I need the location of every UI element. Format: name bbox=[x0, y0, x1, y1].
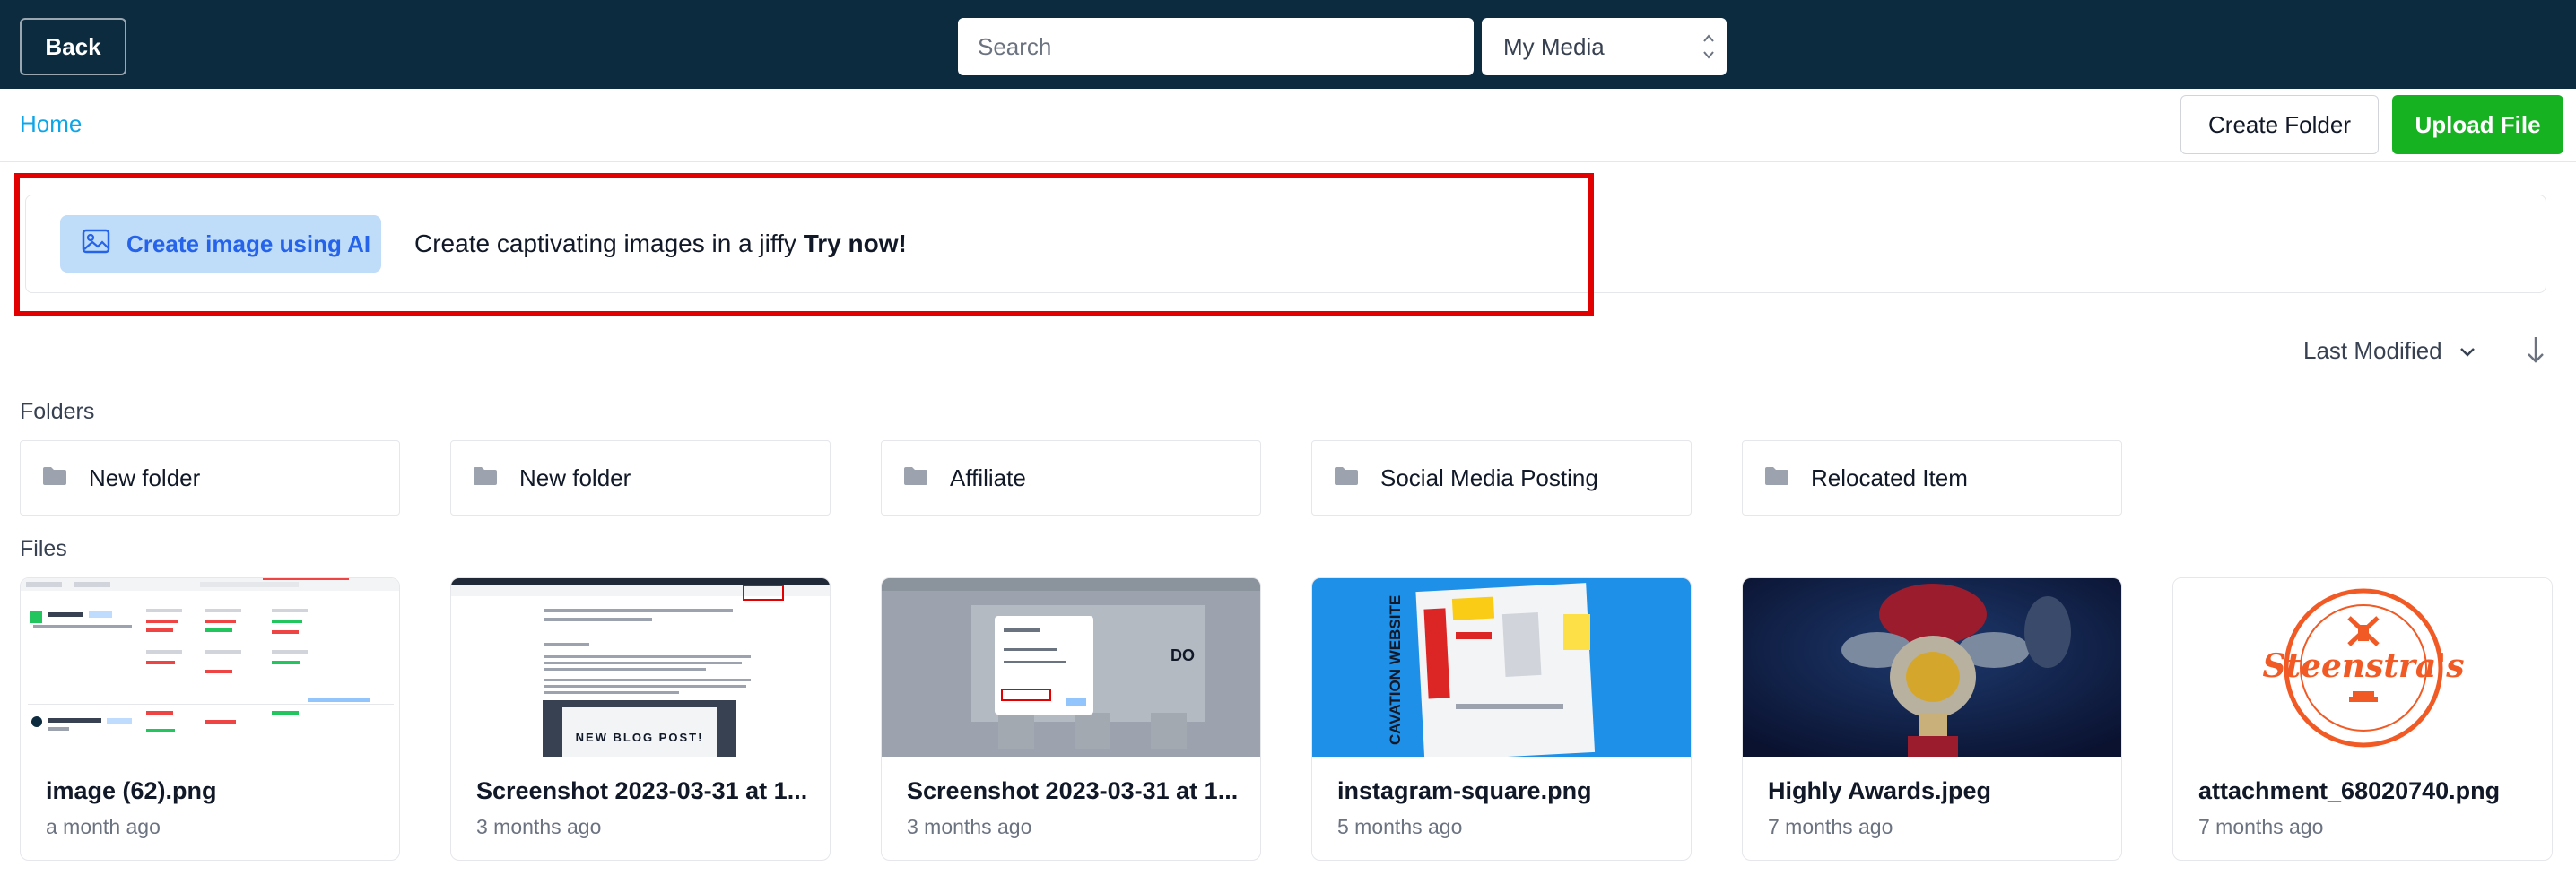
file-name: attachment_68020740.png bbox=[2198, 777, 2501, 804]
file-card[interactable]: Steenstra's attachment_68020740.png 7 mo… bbox=[2172, 577, 2553, 861]
folder-icon bbox=[903, 464, 928, 492]
folder-name: Relocated Item bbox=[1811, 464, 1968, 491]
file-thumbnail bbox=[1743, 578, 2121, 757]
file-date: 5 months ago bbox=[1337, 815, 1463, 838]
folder-item[interactable]: Relocated Item bbox=[1742, 440, 2122, 516]
media-select-value: My Media bbox=[1503, 32, 1605, 60]
folder-name: New folder bbox=[519, 464, 631, 491]
folder-icon bbox=[42, 464, 67, 492]
folder-name: Social Media Posting bbox=[1380, 464, 1598, 491]
folders-heading: Folders bbox=[20, 399, 95, 424]
file-date: a month ago bbox=[46, 815, 161, 838]
file-name: image (62).png bbox=[46, 777, 217, 804]
back-button[interactable]: Back bbox=[20, 18, 126, 75]
file-date: 7 months ago bbox=[1768, 815, 1893, 838]
select-arrows-icon bbox=[1701, 30, 1716, 63]
folder-item[interactable]: Affiliate bbox=[881, 440, 1261, 516]
upload-file-button[interactable]: Upload File bbox=[2392, 95, 2563, 154]
top-bar: Back My Media bbox=[0, 0, 2576, 89]
breadcrumb-bar: Home Create Folder Upload File bbox=[0, 89, 2576, 162]
file-date: 7 months ago bbox=[2198, 815, 2324, 838]
search-input[interactable] bbox=[958, 18, 1474, 75]
file-card[interactable]: Highly Awards.jpeg 7 months ago bbox=[1742, 577, 2122, 861]
file-card[interactable]: image (62).png a month ago bbox=[20, 577, 400, 861]
folder-name: Affiliate bbox=[950, 464, 1026, 491]
file-thumbnail: CAVATION WEBSITE bbox=[1312, 578, 1691, 757]
file-card[interactable]: CAVATION WEBSITE instagram-square.png 5 … bbox=[1311, 577, 1692, 861]
thumb-blog-text: NEW BLOG POST! bbox=[576, 731, 704, 744]
folder-icon bbox=[1334, 464, 1359, 492]
sort-select[interactable]: Last Modified bbox=[2303, 337, 2476, 365]
file-thumbnail: Steenstra's bbox=[2173, 578, 2552, 757]
file-thumbnail bbox=[21, 578, 399, 757]
svg-text:DO: DO bbox=[1171, 646, 1195, 664]
file-date: 3 months ago bbox=[907, 815, 1032, 838]
breadcrumb-home[interactable]: Home bbox=[20, 110, 82, 138]
file-card[interactable]: NEW BLOG POST! Screenshot 2023-03-31 at … bbox=[450, 577, 831, 861]
files-heading: Files bbox=[20, 536, 67, 561]
file-name: Screenshot 2023-03-31 at 1... bbox=[907, 777, 1239, 804]
folder-item[interactable]: New folder bbox=[20, 440, 400, 516]
media-source-select[interactable]: My Media bbox=[1482, 18, 1727, 75]
create-folder-button[interactable]: Create Folder bbox=[2180, 95, 2379, 154]
file-card[interactable]: DO Screenshot 2023-03-31 at 1... 3 month… bbox=[881, 577, 1261, 861]
folder-name: New folder bbox=[89, 464, 201, 491]
file-name: Screenshot 2023-03-31 at 1... bbox=[476, 777, 808, 804]
chevron-down-icon bbox=[2459, 337, 2476, 365]
file-thumbnail: DO bbox=[882, 578, 1260, 757]
file-name: Highly Awards.jpeg bbox=[1768, 777, 1992, 804]
thumb-excavation-text: CAVATION WEBSITE bbox=[1387, 595, 1404, 745]
folder-item[interactable]: New folder bbox=[450, 440, 831, 516]
folder-icon bbox=[473, 464, 498, 492]
highlight-box bbox=[14, 173, 1594, 316]
folder-icon bbox=[1764, 464, 1789, 492]
thumb-steenstras-text: Steenstra's bbox=[2262, 647, 2464, 685]
file-date: 3 months ago bbox=[476, 815, 602, 838]
sort-direction-arrow-icon[interactable] bbox=[2524, 334, 2547, 370]
folder-item[interactable]: Social Media Posting bbox=[1311, 440, 1692, 516]
sort-label: Last Modified bbox=[2303, 337, 2442, 364]
file-thumbnail: NEW BLOG POST! bbox=[451, 578, 830, 757]
file-name: instagram-square.png bbox=[1337, 777, 1592, 804]
